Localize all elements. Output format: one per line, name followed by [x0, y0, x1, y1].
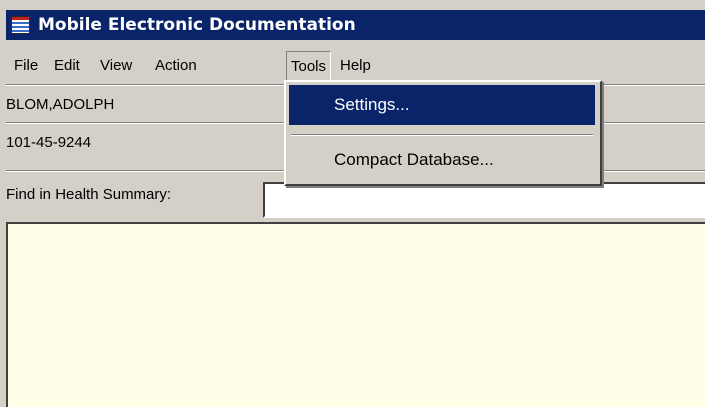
menu-action[interactable]: Action	[151, 51, 201, 81]
patient-name: BLOM,ADOLPH	[6, 96, 115, 113]
find-input[interactable]	[263, 182, 705, 218]
menu-item-settings[interactable]: Settings...	[289, 85, 595, 125]
menu-help[interactable]: Help	[336, 51, 375, 81]
menu-item-compact-database[interactable]: Compact Database...	[289, 140, 595, 180]
health-summary-pane[interactable]	[6, 222, 705, 407]
menu-edit[interactable]: Edit	[50, 51, 84, 81]
window-title: Mobile Electronic Documentation	[38, 15, 356, 35]
patient-id: 101-45-9244	[6, 134, 92, 151]
menu-separator	[291, 134, 593, 136]
menu-bar: File Edit View Action Tools Help	[6, 51, 705, 82]
menu-file[interactable]: File	[10, 51, 42, 81]
menu-view[interactable]: View	[96, 51, 136, 81]
title-bar[interactable]: Mobile Electronic Documentation	[6, 10, 705, 40]
menu-tools[interactable]: Tools	[286, 51, 332, 82]
app-document-icon[interactable]	[11, 16, 30, 34]
app-window: Mobile Electronic Documentation File Edi…	[0, 0, 705, 407]
tools-dropdown-menu: Settings... Compact Database...	[284, 80, 602, 186]
find-label: Find in Health Summary:	[6, 186, 172, 203]
